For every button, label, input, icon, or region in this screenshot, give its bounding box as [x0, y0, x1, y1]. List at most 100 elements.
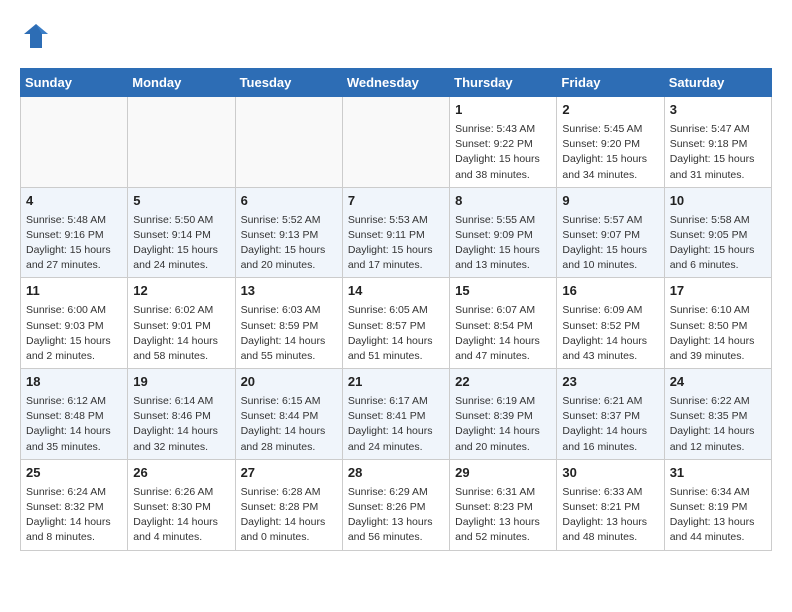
day-content: Sunrise: 5:50 AM Sunset: 9:14 PM Dayligh… — [133, 213, 229, 274]
day-content: Sunrise: 6:28 AM Sunset: 8:28 PM Dayligh… — [241, 485, 337, 546]
calendar-cell: 8 Sunrise: 5:55 AM Sunset: 9:09 PM Daylig… — [450, 187, 557, 278]
week-row-1: 1 Sunrise: 5:43 AM Sunset: 9:22 PM Daylig… — [21, 97, 772, 188]
calendar-cell: 19 Sunrise: 6:14 AM Sunset: 8:46 PM Dayli… — [128, 369, 235, 460]
day-content: Sunrise: 5:43 AM Sunset: 9:22 PM Dayligh… — [455, 122, 551, 183]
day-content: Sunrise: 6:31 AM Sunset: 8:23 PM Dayligh… — [455, 485, 551, 546]
day-number: 28 — [348, 464, 444, 483]
day-number: 14 — [348, 282, 444, 301]
calendar-cell: 15 Sunrise: 6:07 AM Sunset: 8:54 PM Dayli… — [450, 278, 557, 369]
week-row-3: 11 Sunrise: 6:00 AM Sunset: 9:03 PM Dayli… — [21, 278, 772, 369]
day-number: 20 — [241, 373, 337, 392]
day-content: Sunrise: 5:45 AM Sunset: 9:20 PM Dayligh… — [562, 122, 658, 183]
calendar-cell — [21, 97, 128, 188]
calendar-cell: 31 Sunrise: 6:34 AM Sunset: 8:19 PM Dayli… — [664, 459, 771, 550]
calendar-cell: 24 Sunrise: 6:22 AM Sunset: 8:35 PM Dayli… — [664, 369, 771, 460]
day-number: 3 — [670, 101, 766, 120]
col-header-saturday: Saturday — [664, 69, 771, 97]
day-number: 15 — [455, 282, 551, 301]
day-number: 25 — [26, 464, 122, 483]
day-content: Sunrise: 5:55 AM Sunset: 9:09 PM Dayligh… — [455, 213, 551, 274]
calendar-cell: 20 Sunrise: 6:15 AM Sunset: 8:44 PM Dayli… — [235, 369, 342, 460]
day-number: 24 — [670, 373, 766, 392]
day-content: Sunrise: 6:03 AM Sunset: 8:59 PM Dayligh… — [241, 303, 337, 364]
logo — [20, 20, 56, 52]
calendar-cell: 13 Sunrise: 6:03 AM Sunset: 8:59 PM Dayli… — [235, 278, 342, 369]
day-number: 12 — [133, 282, 229, 301]
day-content: Sunrise: 5:52 AM Sunset: 9:13 PM Dayligh… — [241, 213, 337, 274]
calendar-cell: 25 Sunrise: 6:24 AM Sunset: 8:32 PM Dayli… — [21, 459, 128, 550]
day-content: Sunrise: 6:00 AM Sunset: 9:03 PM Dayligh… — [26, 303, 122, 364]
day-content: Sunrise: 6:29 AM Sunset: 8:26 PM Dayligh… — [348, 485, 444, 546]
week-row-5: 25 Sunrise: 6:24 AM Sunset: 8:32 PM Dayli… — [21, 459, 772, 550]
calendar-cell: 1 Sunrise: 5:43 AM Sunset: 9:22 PM Daylig… — [450, 97, 557, 188]
day-content: Sunrise: 5:58 AM Sunset: 9:05 PM Dayligh… — [670, 213, 766, 274]
day-content: Sunrise: 6:24 AM Sunset: 8:32 PM Dayligh… — [26, 485, 122, 546]
day-number: 21 — [348, 373, 444, 392]
day-content: Sunrise: 6:22 AM Sunset: 8:35 PM Dayligh… — [670, 394, 766, 455]
day-number: 29 — [455, 464, 551, 483]
day-number: 1 — [455, 101, 551, 120]
week-row-2: 4 Sunrise: 5:48 AM Sunset: 9:16 PM Daylig… — [21, 187, 772, 278]
day-content: Sunrise: 6:33 AM Sunset: 8:21 PM Dayligh… — [562, 485, 658, 546]
day-number: 18 — [26, 373, 122, 392]
calendar-cell: 11 Sunrise: 6:00 AM Sunset: 9:03 PM Dayli… — [21, 278, 128, 369]
calendar-cell: 9 Sunrise: 5:57 AM Sunset: 9:07 PM Daylig… — [557, 187, 664, 278]
calendar-cell: 22 Sunrise: 6:19 AM Sunset: 8:39 PM Dayli… — [450, 369, 557, 460]
calendar-cell — [342, 97, 449, 188]
calendar-cell: 21 Sunrise: 6:17 AM Sunset: 8:41 PM Dayli… — [342, 369, 449, 460]
day-content: Sunrise: 6:34 AM Sunset: 8:19 PM Dayligh… — [670, 485, 766, 546]
day-number: 13 — [241, 282, 337, 301]
day-content: Sunrise: 6:10 AM Sunset: 8:50 PM Dayligh… — [670, 303, 766, 364]
day-content: Sunrise: 5:47 AM Sunset: 9:18 PM Dayligh… — [670, 122, 766, 183]
day-number: 22 — [455, 373, 551, 392]
calendar-cell: 29 Sunrise: 6:31 AM Sunset: 8:23 PM Dayli… — [450, 459, 557, 550]
calendar-cell: 28 Sunrise: 6:29 AM Sunset: 8:26 PM Dayli… — [342, 459, 449, 550]
day-number: 9 — [562, 192, 658, 211]
calendar-cell: 2 Sunrise: 5:45 AM Sunset: 9:20 PM Daylig… — [557, 97, 664, 188]
calendar-cell: 30 Sunrise: 6:33 AM Sunset: 8:21 PM Dayli… — [557, 459, 664, 550]
day-number: 30 — [562, 464, 658, 483]
day-content: Sunrise: 6:02 AM Sunset: 9:01 PM Dayligh… — [133, 303, 229, 364]
day-number: 17 — [670, 282, 766, 301]
day-content: Sunrise: 6:14 AM Sunset: 8:46 PM Dayligh… — [133, 394, 229, 455]
calendar-cell: 3 Sunrise: 5:47 AM Sunset: 9:18 PM Daylig… — [664, 97, 771, 188]
day-content: Sunrise: 5:53 AM Sunset: 9:11 PM Dayligh… — [348, 213, 444, 274]
page-header — [20, 20, 772, 52]
day-number: 5 — [133, 192, 229, 211]
calendar-cell: 14 Sunrise: 6:05 AM Sunset: 8:57 PM Dayli… — [342, 278, 449, 369]
calendar-cell: 16Sunrise: 6:09 AM Sunset: 8:52 PM Dayli… — [557, 278, 664, 369]
calendar-cell — [235, 97, 342, 188]
day-number: 7 — [348, 192, 444, 211]
day-number: 10 — [670, 192, 766, 211]
day-content: Sunrise: 5:48 AM Sunset: 9:16 PM Dayligh… — [26, 213, 122, 274]
day-number: 8 — [455, 192, 551, 211]
calendar-cell: 27 Sunrise: 6:28 AM Sunset: 8:28 PM Dayli… — [235, 459, 342, 550]
day-number: 4 — [26, 192, 122, 211]
calendar-cell: 18Sunrise: 6:12 AM Sunset: 8:48 PM Dayli… — [21, 369, 128, 460]
day-number: 26 — [133, 464, 229, 483]
calendar-cell: 17 Sunrise: 6:10 AM Sunset: 8:50 PM Dayli… — [664, 278, 771, 369]
day-number: 31 — [670, 464, 766, 483]
day-number: 2 — [562, 101, 658, 120]
day-number: 11 — [26, 282, 122, 301]
day-content: Sunrise: 6:05 AM Sunset: 8:57 PM Dayligh… — [348, 303, 444, 364]
col-header-monday: Monday — [128, 69, 235, 97]
week-row-4: 18Sunrise: 6:12 AM Sunset: 8:48 PM Dayli… — [21, 369, 772, 460]
day-content: Sunrise: 6:09 AM Sunset: 8:52 PM Dayligh… — [562, 303, 658, 364]
day-content: Sunrise: 5:57 AM Sunset: 9:07 PM Dayligh… — [562, 213, 658, 274]
calendar-cell: 10 Sunrise: 5:58 AM Sunset: 9:05 PM Dayli… — [664, 187, 771, 278]
day-number: 6 — [241, 192, 337, 211]
calendar-cell — [128, 97, 235, 188]
day-number: 27 — [241, 464, 337, 483]
calendar-cell: 6 Sunrise: 5:52 AM Sunset: 9:13 PM Daylig… — [235, 187, 342, 278]
calendar-cell: 23Sunrise: 6:21 AM Sunset: 8:37 PM Dayli… — [557, 369, 664, 460]
day-content: Sunrise: 6:07 AM Sunset: 8:54 PM Dayligh… — [455, 303, 551, 364]
day-content: Sunrise: 6:19 AM Sunset: 8:39 PM Dayligh… — [455, 394, 551, 455]
col-header-thursday: Thursday — [450, 69, 557, 97]
day-content: Sunrise: 6:17 AM Sunset: 8:41 PM Dayligh… — [348, 394, 444, 455]
calendar-table: SundayMondayTuesdayWednesdayThursdayFrid… — [20, 68, 772, 551]
col-header-sunday: Sunday — [21, 69, 128, 97]
day-content: Sunrise: 6:15 AM Sunset: 8:44 PM Dayligh… — [241, 394, 337, 455]
day-number: 19 — [133, 373, 229, 392]
col-header-wednesday: Wednesday — [342, 69, 449, 97]
